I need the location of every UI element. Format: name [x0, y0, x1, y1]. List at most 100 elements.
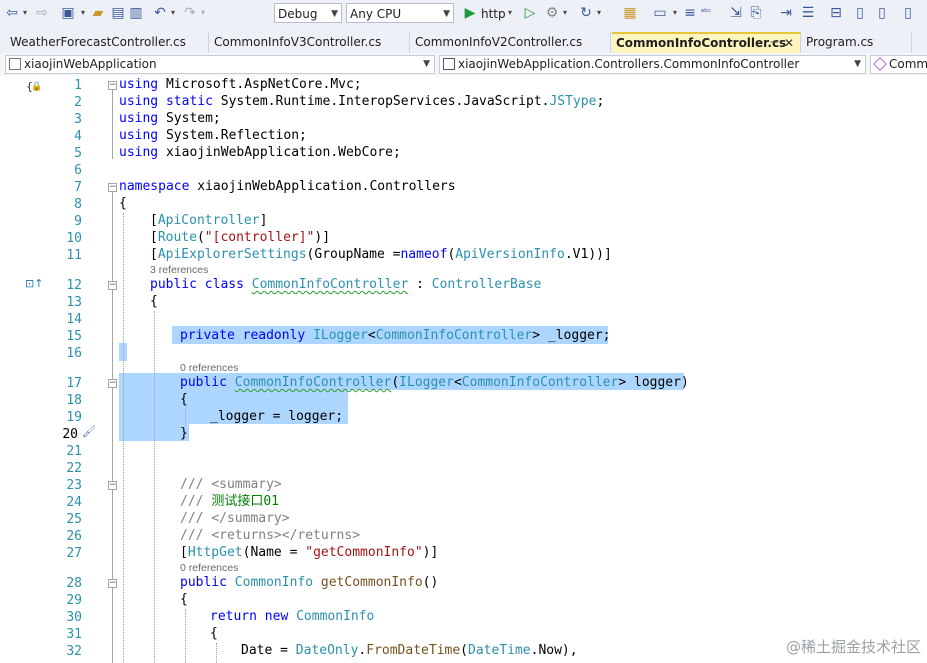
code-line[interactable]: using static System.Runtime.InteropServi… [119, 93, 604, 110]
member-dropdown[interactable]: Comm [870, 55, 927, 74]
indent-guide [216, 643, 217, 663]
new-item-icon[interactable]: ▣ [60, 4, 76, 22]
code-line[interactable]: using Microsoft.AspNetCore.Mvc; [119, 76, 362, 93]
format-icon[interactable]: ≡ [682, 4, 698, 22]
comment-icon[interactable]: ☰ [800, 4, 816, 22]
codelens-references[interactable]: 3 references [150, 264, 208, 276]
type-name: JSType [549, 94, 597, 109]
code-line[interactable]: public CommonInfo getCommonInfo() [180, 574, 438, 591]
attach-icon[interactable]: ⚙ [544, 4, 560, 22]
code-line[interactable]: [HttpGet(Name = "getCommonInfo")] [180, 544, 438, 561]
collapse-toggle[interactable]: − [108, 81, 117, 90]
code-line[interactable]: [Route("[controller]")] [150, 229, 330, 246]
chevron-down-icon[interactable]: ▾ [168, 4, 178, 22]
code-line[interactable]: { [119, 195, 127, 212]
chevron-down-icon[interactable]: ▾ [20, 4, 30, 22]
code-line[interactable]: using xiaojinWebApplication.WebCore; [119, 144, 401, 161]
collapse-toggle[interactable]: − [108, 481, 117, 490]
codelens-references[interactable]: 0 references [180, 562, 238, 574]
line-number: 14 [66, 312, 82, 327]
redo-icon[interactable]: ↷ [182, 4, 198, 22]
code-line[interactable]: public class CommonInfoController : Cont… [150, 276, 541, 293]
type-name: ILogger [313, 328, 368, 343]
codelens-references[interactable]: 0 references [180, 362, 238, 374]
quick-action-brush-icon[interactable]: 🖌 [82, 425, 96, 438]
close-icon[interactable]: ✕ [784, 34, 794, 52]
implementation-icon[interactable]: ⊡↑ [25, 277, 43, 290]
type-name: ApiVersionInfo [455, 247, 565, 262]
tab-weatherforecastcontroller[interactable]: WeatherForecastController.cs [6, 32, 209, 53]
code-line[interactable]: [ApiController] [150, 212, 267, 229]
code-line[interactable]: private readonly ILogger<CommonInfoContr… [180, 327, 611, 344]
chevron-down-icon[interactable]: ▾ [198, 4, 208, 22]
back-icon[interactable]: ⇦ [4, 4, 20, 22]
code-line[interactable]: /// <summary> [180, 476, 282, 493]
run-profile-label[interactable]: http [481, 5, 506, 23]
code-line[interactable]: { [180, 391, 188, 408]
platform-dropdown[interactable]: Any CPU ▼ [346, 3, 454, 23]
bookmark-clear-icon[interactable]: ▯ [900, 4, 916, 22]
solution-explorer-icon[interactable]: ▦ [622, 4, 638, 22]
code-line[interactable]: Date = DateOnly.FromDateTime(DateTime.No… [241, 642, 578, 659]
pin-icon[interactable]: ⊸ [770, 34, 778, 52]
code-line[interactable]: { [180, 591, 188, 608]
code-text: [ [150, 213, 158, 228]
keyword: public [180, 575, 227, 590]
collapse-toggle[interactable]: − [108, 183, 117, 192]
open-folder-icon[interactable]: ▰ [90, 4, 106, 22]
line-number: 5 [74, 146, 82, 161]
pin-icon[interactable]: ⊟ [828, 4, 844, 22]
collapse-toggle[interactable]: − [108, 379, 117, 388]
refresh-icon[interactable]: ↻ [578, 4, 594, 22]
line-number: 18 [66, 393, 82, 408]
bookmark-icon[interactable]: ⎘ [748, 4, 764, 22]
run-icon[interactable]: ▶ [462, 4, 478, 22]
type-name: CommonInfoController [375, 328, 533, 343]
collapse-toggle[interactable]: − [108, 281, 117, 290]
save-all-icon[interactable]: ▥ [128, 4, 144, 22]
tab-commoninfocontroller[interactable]: CommonInfoController.cs ⊸ ✕ [612, 32, 801, 53]
chevron-down-icon[interactable]: ▾ [594, 4, 604, 22]
configuration-dropdown[interactable]: Debug ▼ [274, 3, 342, 23]
chevron-down-icon[interactable]: ▾ [560, 4, 570, 22]
chevron-down-icon[interactable]: ▾ [670, 4, 680, 22]
tab-commoninfov2controller[interactable]: CommonInfoV2Controller.cs [411, 32, 611, 53]
step-icon[interactable]: ⇲ [728, 4, 744, 22]
tab-commoninfov3controller[interactable]: CommonInfoV3Controller.cs [210, 32, 410, 53]
code-line[interactable]: } [180, 425, 188, 442]
code-line[interactable]: _logger = logger; [210, 408, 343, 425]
indent-icon[interactable]: ⇥ [778, 4, 794, 22]
line-number: 22 [66, 461, 82, 476]
configuration-value: Debug [278, 7, 318, 21]
code-line[interactable]: [ApiExplorerSettings(GroupName =nameof(A… [150, 246, 612, 263]
code-text: : [408, 277, 432, 292]
bookmark-prev-icon[interactable]: ▯ [852, 4, 868, 22]
undo-icon[interactable]: ↶ [152, 4, 168, 22]
code-line[interactable]: /// </summary> [180, 510, 290, 527]
bookmark-next-icon[interactable]: ▯ [874, 4, 890, 22]
code-line[interactable]: namespace xiaojinWebApplication.Controll… [119, 178, 456, 195]
code-line[interactable]: /// 测试接口01 [180, 493, 279, 510]
chevron-down-icon[interactable]: ▾ [505, 4, 515, 22]
chevron-down-icon: ▼ [854, 59, 861, 69]
tab-program[interactable]: Program.cs [802, 32, 912, 53]
start-without-debugging-icon[interactable]: ▷ [522, 4, 538, 22]
spell-check-icon[interactable]: ᵃᵇᶜ [698, 4, 714, 22]
collapse-toggle[interactable]: − [108, 579, 117, 588]
code-line[interactable]: { [150, 293, 158, 310]
project-dropdown[interactable]: xiaojinWebApplication ▼ [5, 55, 435, 74]
layout-icon[interactable]: ▭ [652, 4, 668, 22]
code-line[interactable]: using System.Reflection; [119, 127, 307, 144]
chevron-down-icon[interactable]: ▾ [78, 4, 88, 22]
code-line[interactable]: /// <returns></returns> [180, 527, 360, 544]
code-line[interactable]: using System; [119, 110, 221, 127]
type-dropdown[interactable]: xiaojinWebApplication.Controllers.Common… [439, 55, 866, 74]
code-text: System.Reflection; [158, 128, 307, 143]
code-editor[interactable]: { 🔒 ⊡↑ 🖌 1 2 3 4 5 6 7 8 9 10 11 12 13 1… [0, 76, 927, 663]
code-line[interactable]: return new CommonInfo [210, 608, 374, 625]
code-line[interactable]: { [210, 625, 218, 642]
code-line[interactable]: public CommonInfoController(ILogger<Comm… [180, 374, 689, 391]
forward-icon[interactable]: ⇨ [34, 4, 50, 22]
save-icon[interactable]: ▤ [110, 4, 126, 22]
